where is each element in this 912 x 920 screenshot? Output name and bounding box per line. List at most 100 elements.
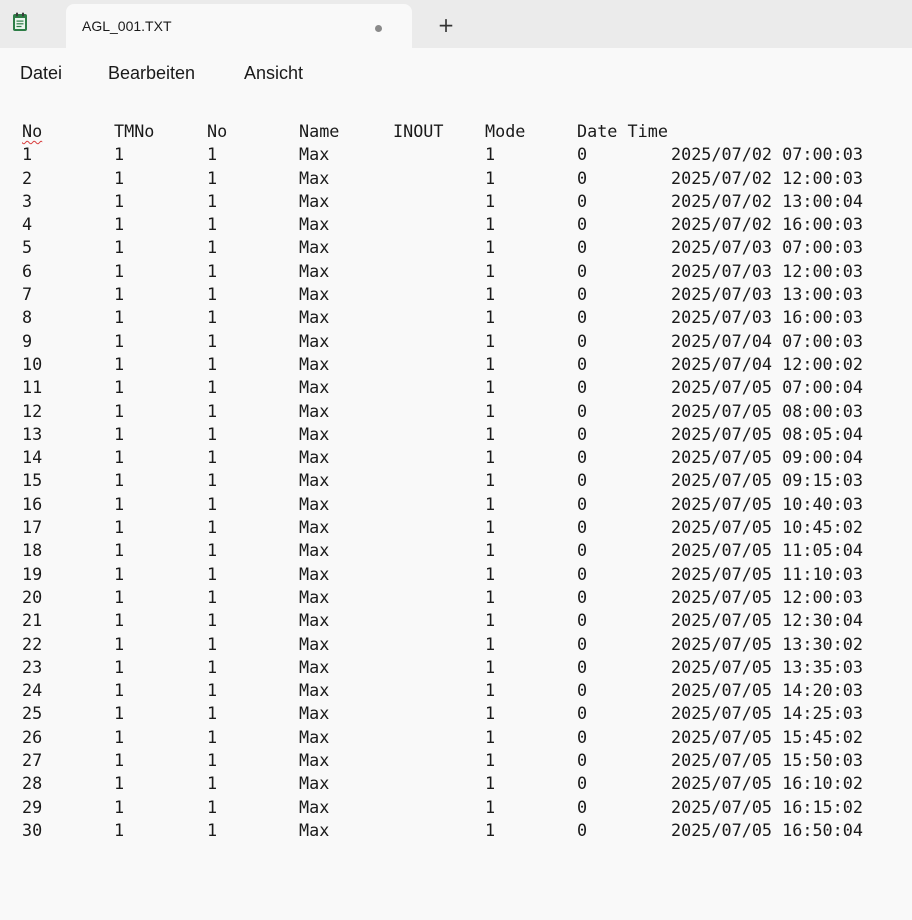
text-cell: 0 (577, 656, 588, 677)
text-cell: 1 (207, 773, 218, 794)
text-cell: 1 (114, 400, 125, 421)
text-cell: Max (299, 330, 330, 351)
text-cell: 0 (577, 400, 588, 421)
text-cell: 2025/07/03 16:00:03 (671, 307, 863, 328)
text-cell: 0 (577, 796, 588, 817)
text-cell: Max (299, 703, 330, 724)
text-cell: 2 (22, 167, 33, 188)
text-cell: 1 (207, 586, 218, 607)
text-cell: 1 (114, 237, 125, 258)
text-cell: Max (299, 773, 330, 794)
text-cell: 2025/07/02 07:00:03 (671, 144, 863, 165)
menu-edit[interactable]: Bearbeiten (108, 63, 195, 84)
text-cell: 1 (114, 493, 125, 514)
text-cell: Max (299, 400, 330, 421)
text-cell: 1 (114, 796, 125, 817)
menu-view[interactable]: Ansicht (244, 63, 303, 84)
text-cell: 28 (22, 773, 43, 794)
header-cell: No (207, 121, 228, 141)
text-cell: 2025/07/03 12:00:03 (671, 260, 863, 281)
text-cell: 1 (485, 167, 496, 188)
text-cell: Max (299, 563, 330, 584)
text-cell: 8 (22, 307, 33, 328)
text-cell: 1 (207, 703, 218, 724)
header-cell: Date Time (577, 121, 668, 141)
text-cell: 1 (485, 656, 496, 677)
text-cell: 1 (207, 796, 218, 817)
header-cell: Mode (485, 121, 526, 141)
text-cell: 1 (485, 423, 496, 444)
text-cell: 23 (22, 656, 43, 677)
text-cell: 0 (577, 726, 588, 747)
text-cell: 1 (207, 656, 218, 677)
text-cell: Max (299, 447, 330, 468)
header-cell: Name (299, 121, 340, 141)
text-cell: 3 (22, 190, 33, 211)
text-cell: 2025/07/03 07:00:03 (671, 237, 863, 258)
text-cell: 1 (114, 447, 125, 468)
text-cell: 29 (22, 796, 43, 817)
text-cell: 1 (485, 796, 496, 817)
text-cell: Max (299, 260, 330, 281)
text-cell: 1 (207, 260, 218, 281)
text-cell: 1 (207, 330, 218, 351)
text-cell: 1 (114, 540, 125, 561)
text-cell: 2025/07/04 07:00:03 (671, 330, 863, 351)
text-cell: 1 (485, 750, 496, 771)
notepad-icon[interactable] (12, 12, 28, 32)
text-cell: Max (299, 423, 330, 444)
text-cell: 1 (114, 377, 125, 398)
text-cell: 1 (114, 586, 125, 607)
text-cell: 1 (114, 214, 125, 235)
text-cell: 1 (114, 517, 125, 538)
text-cell: 1 (485, 353, 496, 374)
text-cell: 1 (114, 680, 125, 701)
text-cell: Max (299, 726, 330, 747)
text-cell: Max (299, 377, 330, 398)
text-cell: 1 (207, 284, 218, 305)
text-cell: 1 (114, 284, 125, 305)
text-cell: 0 (577, 423, 588, 444)
text-cell: 0 (577, 214, 588, 235)
text-cell: 14 (22, 447, 43, 468)
text-cell: Max (299, 284, 330, 305)
text-cell: 2025/07/05 07:00:04 (671, 377, 863, 398)
text-cell: 17 (22, 517, 43, 538)
text-cell: 0 (577, 563, 588, 584)
text-cell: 19 (22, 563, 43, 584)
text-cell: 1 (485, 447, 496, 468)
text-cell: 25 (22, 703, 43, 724)
text-cell: 15 (22, 470, 43, 491)
text-cell: 20 (22, 586, 43, 607)
text-cell: 1 (207, 214, 218, 235)
text-cell: 1 (114, 726, 125, 747)
text-cell: 0 (577, 773, 588, 794)
text-cell: 1 (207, 144, 218, 165)
text-cell: Max (299, 214, 330, 235)
text-cell: Max (299, 353, 330, 374)
text-cell: 1 (485, 377, 496, 398)
text-cell: 0 (577, 190, 588, 211)
new-tab-button[interactable]: + (432, 11, 460, 39)
text-cell: 1 (485, 773, 496, 794)
text-cell: 2025/07/05 14:20:03 (671, 680, 863, 701)
text-cell: 2025/07/05 10:45:02 (671, 517, 863, 538)
text-cell: 1 (114, 819, 125, 840)
text-cell: 1 (485, 493, 496, 514)
menu-file[interactable]: Datei (20, 63, 62, 84)
unsaved-dot-icon[interactable] (375, 25, 382, 32)
text-cell: Max (299, 680, 330, 701)
text-cell: 1 (485, 517, 496, 538)
text-cell: 2025/07/05 11:10:03 (671, 563, 863, 584)
text-editor[interactable]: No TMNo No Name INOUT Mode Date Time 1 1 1 Max 1 0 20… (0, 98, 912, 920)
title-bar: AGL_001.TXT + (0, 0, 912, 48)
text-cell: 1 (114, 750, 125, 771)
text-cell: 1 (207, 447, 218, 468)
text-cell: 0 (577, 517, 588, 538)
text-cell: 7 (22, 284, 33, 305)
text-cell: Max (299, 144, 330, 165)
text-cell: 1 (207, 237, 218, 258)
text-cell: 1 (207, 819, 218, 840)
tab-agl-001[interactable]: AGL_001.TXT (66, 4, 412, 48)
header-cell: No (22, 121, 43, 141)
